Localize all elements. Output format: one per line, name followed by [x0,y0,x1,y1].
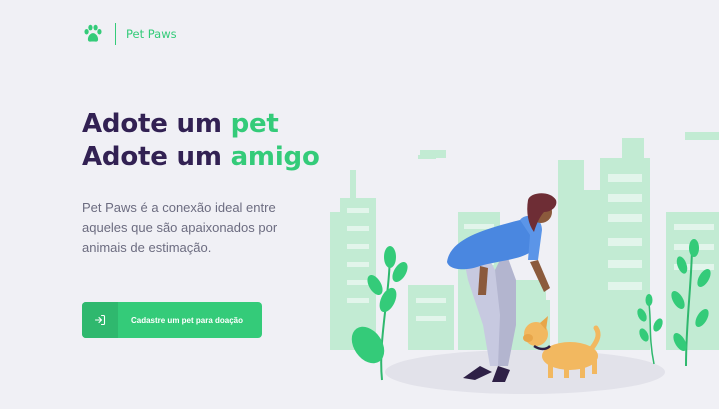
ground-shadow [385,350,665,394]
title-line-2-highlight: amigo [230,142,320,172]
cta-icon-container [82,302,118,338]
title-line-1: Adote um pet [82,108,320,141]
header: Pet Paws [82,22,177,46]
title-line-2: Adote um amigo [82,141,320,174]
hero-description: Pet Paws é a conexão ideal entre aqueles… [82,200,278,255]
title-line-2-prefix: Adote um [82,142,222,172]
paw-icon [84,24,102,42]
register-pet-button[interactable]: Cadastre um pet para doação [82,302,262,338]
woman-petting-dog-illustration [330,132,719,394]
hero-title: Adote um pet Adote um amigo [82,108,320,174]
logo-divider [115,23,116,45]
brand-name: Pet Paws [126,27,177,41]
register-pet-button-label: Cadastre um pet para doação [130,315,244,325]
title-line-1-prefix: Adote um [82,109,222,139]
title-line-1-highlight: pet [230,109,279,139]
sign-in-icon [94,314,106,326]
